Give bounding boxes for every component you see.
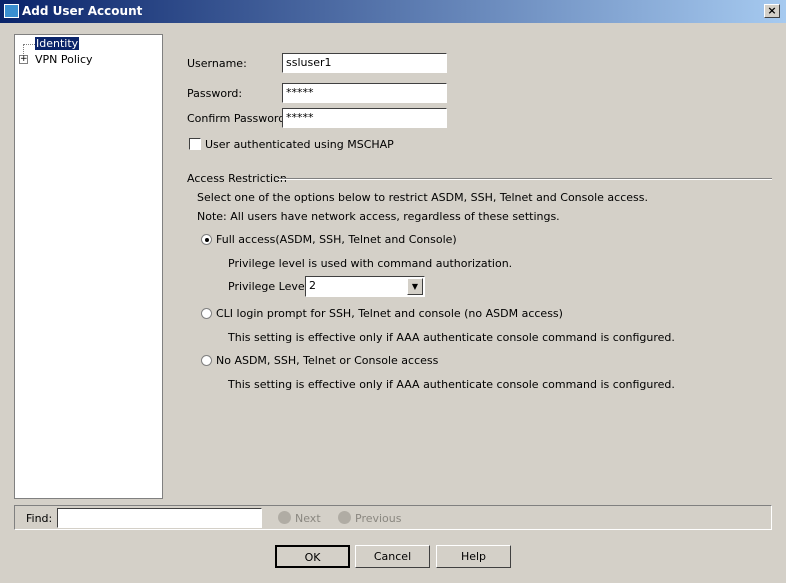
help-button[interactable]: Help [436,545,511,568]
password-label: Password: [187,87,243,100]
tree-item-vpn-policy[interactable]: VPN Policy [35,53,93,66]
find-input[interactable] [57,508,262,528]
cli-login-desc: This setting is effective only if AAA au… [228,331,675,344]
mschap-checkbox[interactable] [189,138,201,150]
previous-button[interactable]: Previous [355,512,402,525]
find-bar: Find: Next Previous [14,505,772,530]
window-title: Add User Account [22,4,143,18]
tree-connector [23,44,35,45]
full-access-label: Full access(ASDM, SSH, Telnet and Consol… [216,233,457,246]
privilege-level-select[interactable]: 2 ▼ [305,276,425,297]
no-access-desc: This setting is effective only if AAA au… [228,378,675,391]
cli-login-radio[interactable] [201,308,212,319]
cli-login-label: CLI login prompt for SSH, Telnet and con… [216,307,563,320]
privilege-level-label: Privilege Level: [228,280,312,293]
next-button[interactable]: Next [295,512,321,525]
find-label: Find: [26,512,53,525]
full-access-radio[interactable] [201,234,212,245]
next-icon [278,511,291,524]
mschap-label: User authenticated using MSCHAP [205,138,394,151]
no-access-radio[interactable] [201,355,212,366]
expand-icon[interactable]: + [19,55,28,64]
access-intro: Select one of the options below to restr… [197,191,648,204]
title-bar: Add User Account × [0,0,786,23]
privilege-level-value: 2 [309,279,316,292]
previous-icon [338,511,351,524]
cancel-button[interactable]: Cancel [355,545,430,568]
divider [278,178,772,180]
confirm-password-label: Confirm Password: [187,112,289,125]
access-restriction-legend: Access Restriction [187,172,287,185]
close-button[interactable]: × [764,4,780,18]
navigation-tree: Identity + VPN Policy [14,34,163,499]
password-input[interactable]: ***** [282,83,447,103]
username-input[interactable]: ssluser1 [282,53,447,73]
access-note: Note: All users have network access, reg… [197,210,560,223]
tree-item-identity[interactable]: Identity [35,37,80,50]
app-icon [4,4,19,18]
chevron-down-icon[interactable]: ▼ [407,278,423,295]
confirm-password-input[interactable]: ***** [282,108,447,128]
username-label: Username: [187,57,247,70]
full-access-desc: Privilege level is used with command aut… [228,257,513,270]
ok-button[interactable]: OK [275,545,350,568]
no-access-label: No ASDM, SSH, Telnet or Console access [216,354,439,367]
